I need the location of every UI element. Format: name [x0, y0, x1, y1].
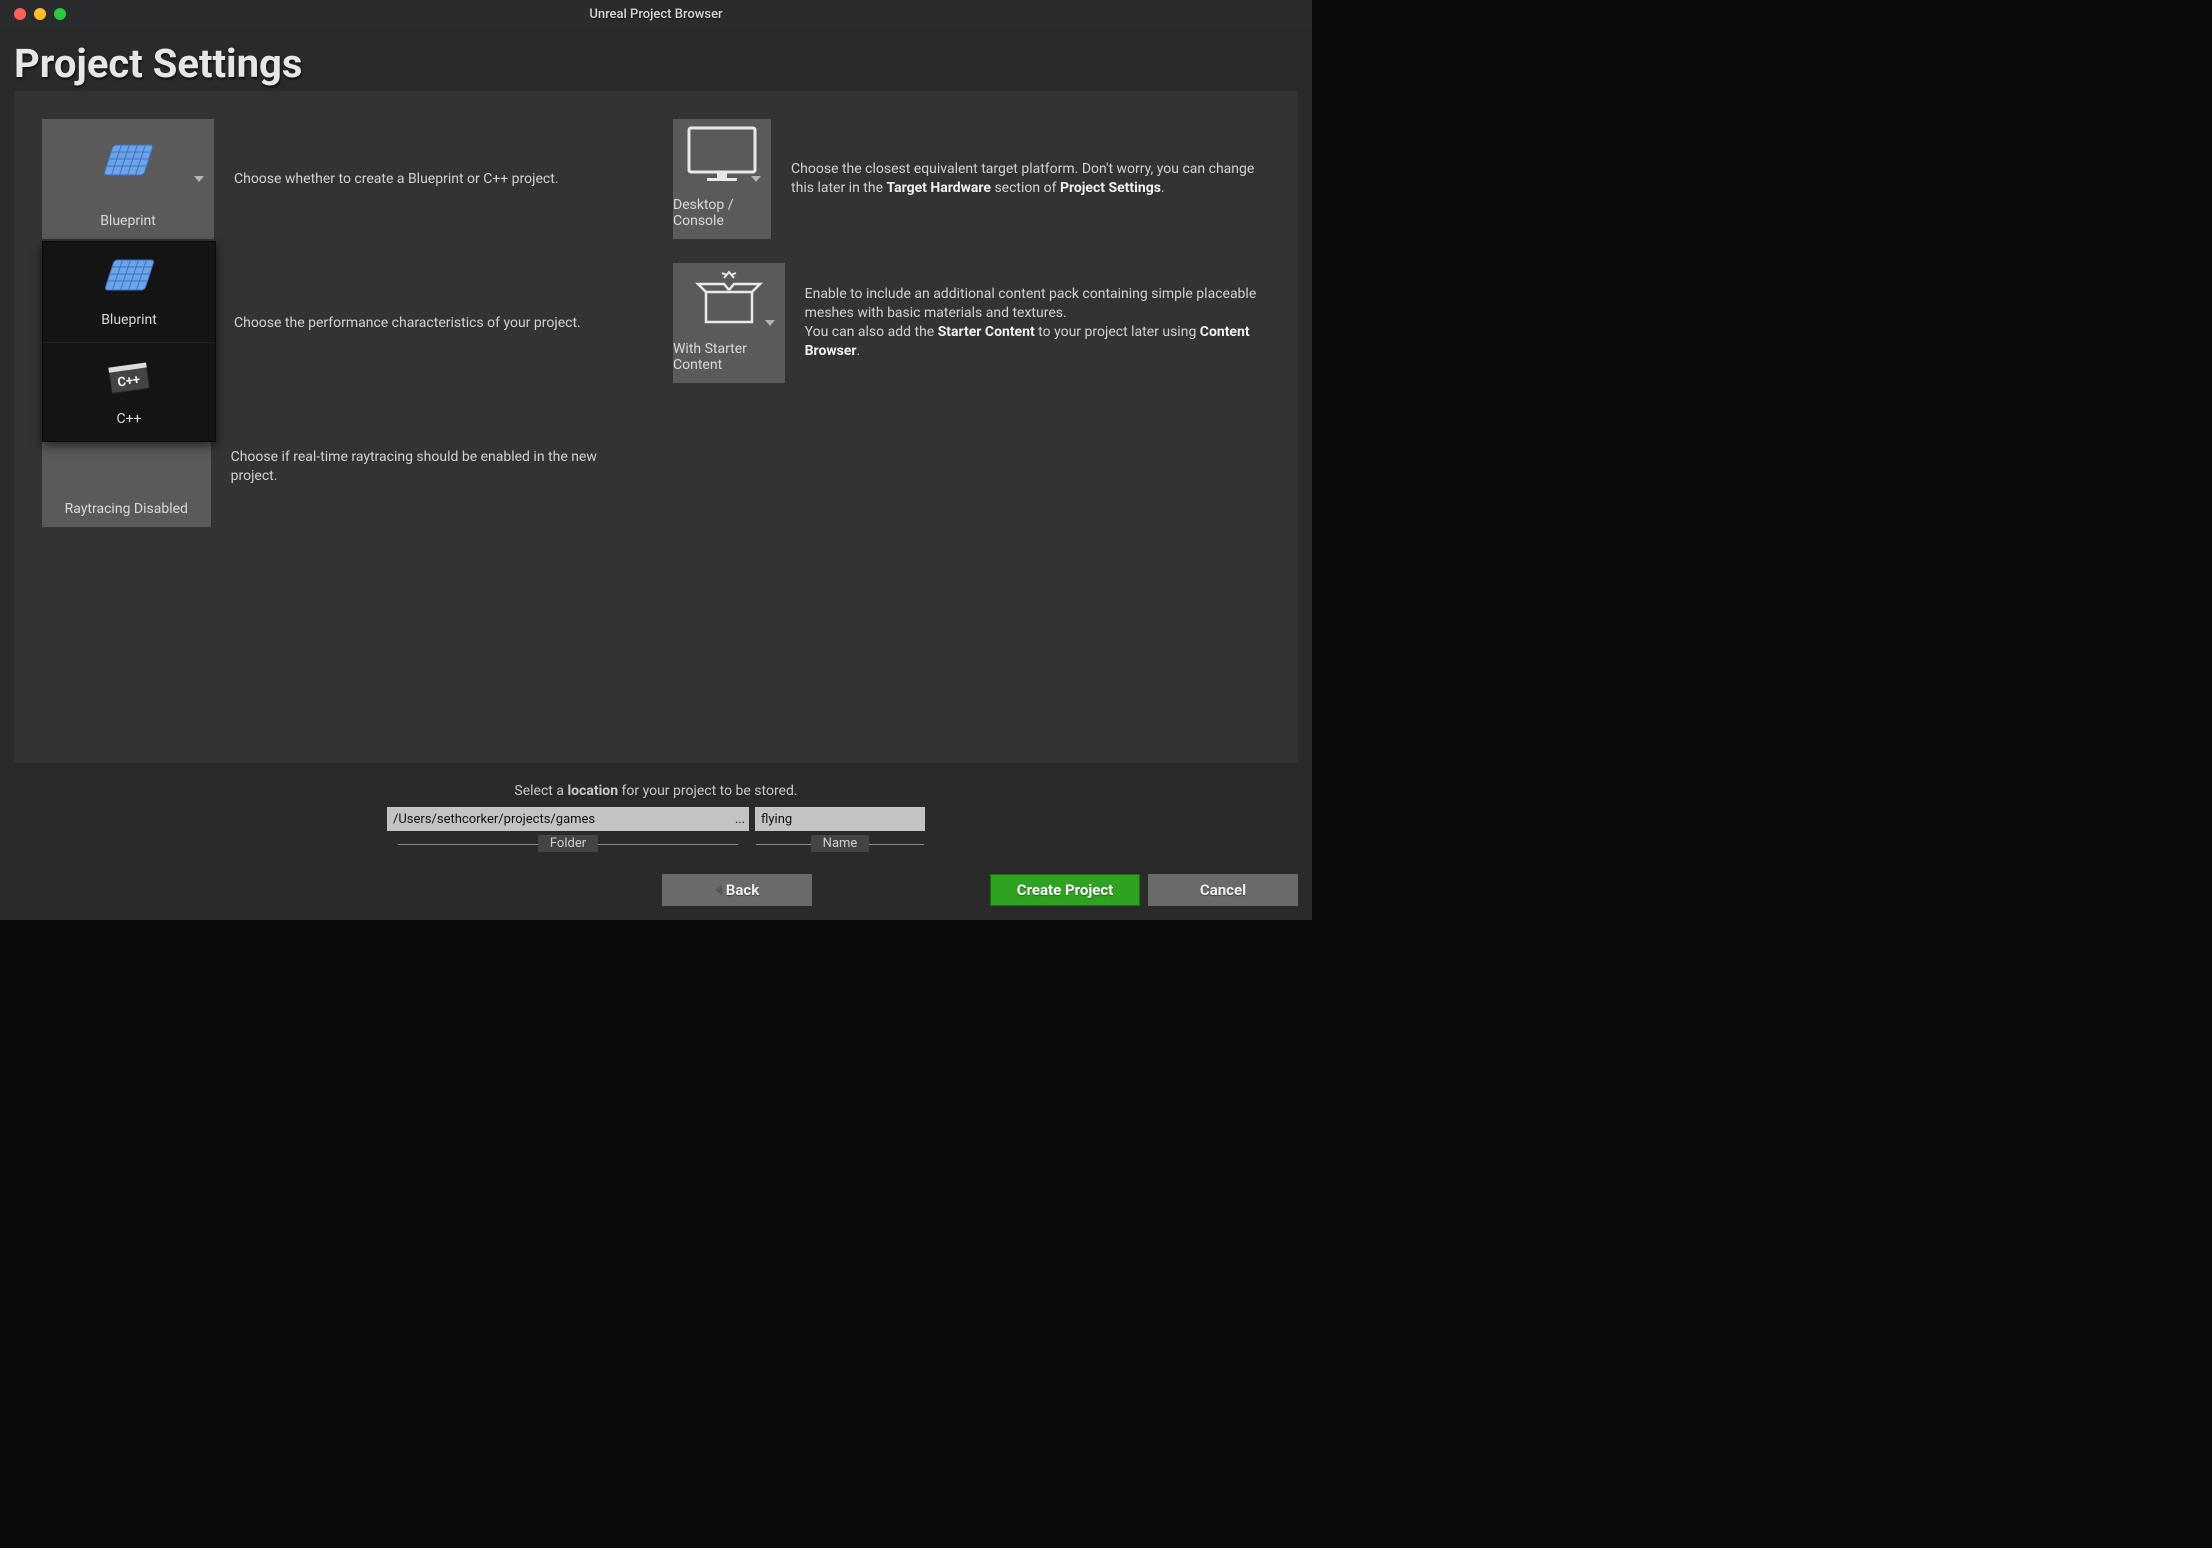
window-controls [14, 8, 66, 20]
footer: Select a location for your project to be… [0, 773, 1312, 920]
platform-desc-bold2: Project Settings [1060, 180, 1161, 196]
menu-item-cpp[interactable]: C++ C++ [43, 342, 215, 441]
minimize-icon[interactable] [34, 8, 46, 20]
cancel-button[interactable]: Cancel [1148, 874, 1298, 906]
starter-content-desc: Enable to include an additional content … [805, 285, 1270, 361]
platform-desc-post: . [1161, 180, 1165, 196]
menu-item-label: Blueprint [101, 312, 157, 328]
right-column: Desktop / Console Choose the closest equ… [673, 119, 1270, 735]
platform-desc-mid: section of [991, 180, 1060, 196]
cpp-icon: C++ [104, 359, 154, 401]
svg-text:C++: C++ [117, 373, 142, 391]
chevron-down-icon [194, 176, 204, 182]
raytracing-label: Raytracing Disabled [65, 501, 188, 517]
page-title: Project Settings [14, 40, 1298, 87]
maximize-icon[interactable] [54, 8, 66, 20]
platform-label: Desktop / Console [673, 197, 771, 229]
create-project-button[interactable]: Create Project [990, 874, 1140, 906]
folder-field-wrap: ... Folder [387, 807, 749, 852]
starter-desc-2b: Starter Content [938, 324, 1035, 340]
titlebar: Unreal Project Browser [0, 0, 1312, 28]
starter-content-label: With Starter Content [673, 341, 785, 373]
location-inputs: ... Folder Name [387, 807, 925, 852]
platform-dropdown[interactable]: Desktop / Console [673, 119, 771, 239]
name-input[interactable] [755, 807, 925, 831]
menu-item-label: C++ [117, 411, 142, 427]
setting-row-platform: Desktop / Console Choose the closest equ… [673, 119, 1270, 239]
starter-desc-2c: to your project later using [1035, 324, 1200, 340]
platform-desc: Choose the closest equivalent target pla… [791, 160, 1270, 198]
raytracing-desc: Choose if real-time raytracing should be… [231, 448, 639, 486]
page-header: Project Settings [0, 28, 1312, 91]
close-icon[interactable] [14, 8, 26, 20]
location-post: for your project to be stored. [618, 783, 798, 799]
back-button[interactable]: Back [662, 874, 812, 906]
menu-item-blueprint[interactable]: Blueprint [43, 242, 215, 342]
location-pre: Select a [514, 783, 567, 799]
starter-desc-2e: . [857, 343, 861, 359]
arrow-left-icon [715, 885, 722, 895]
window: Unreal Project Browser Project Settings [0, 0, 1312, 920]
blueprint-icon [101, 258, 157, 302]
location-bold: location [567, 783, 618, 799]
performance-desc: Choose the performance characteristics o… [234, 314, 581, 333]
chevron-down-icon [765, 320, 775, 326]
platform-desc-bold1: Target Hardware [886, 180, 991, 196]
footer-buttons: Back Create Project Cancel [14, 874, 1298, 906]
project-type-label: Blueprint [100, 213, 156, 229]
blueprint-icon [42, 119, 214, 207]
setting-row-starter-content: With Starter Content Enable to include a… [673, 263, 1270, 383]
name-field-wrap: Name [755, 807, 925, 852]
browse-button[interactable]: ... [731, 807, 749, 831]
starter-content-dropdown[interactable]: With Starter Content [673, 263, 785, 383]
location-prompt: Select a location for your project to be… [514, 783, 797, 799]
starter-desc-line1: Enable to include an additional content … [805, 286, 1257, 321]
starter-desc-2a: You can also add the [805, 324, 938, 340]
name-field-label: Name [811, 835, 870, 852]
folder-field-label: Folder [538, 835, 598, 852]
project-type-desc: Choose whether to create a Blueprint or … [234, 170, 559, 189]
chevron-down-icon [751, 176, 761, 182]
back-button-label: Back [726, 881, 759, 899]
folder-input[interactable] [387, 807, 731, 831]
project-type-dropdown[interactable]: Blueprint [42, 119, 214, 239]
content-area: Blueprint Choose whether to create a Blu… [14, 91, 1298, 763]
setting-row-project-type: Blueprint Choose whether to create a Blu… [42, 119, 639, 239]
window-title: Unreal Project Browser [589, 7, 722, 22]
project-type-menu: Blueprint C++ C++ [42, 241, 216, 442]
